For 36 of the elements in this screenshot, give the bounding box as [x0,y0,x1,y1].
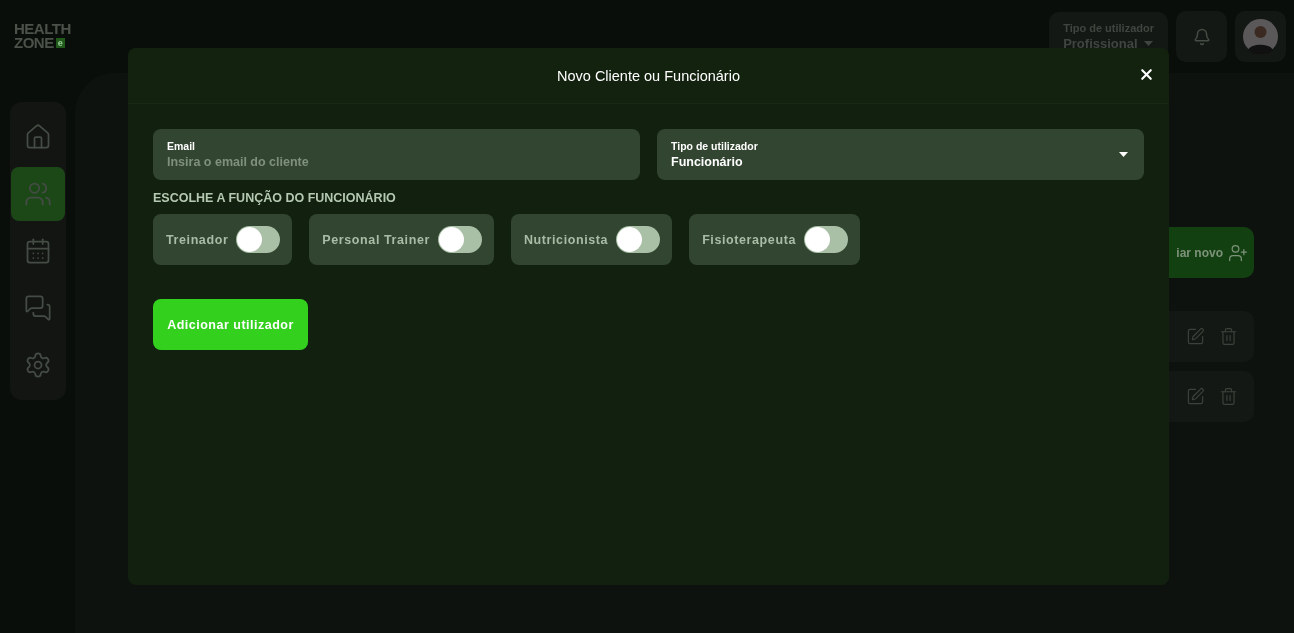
sidebar-item[interactable] [11,167,65,221]
home-icon [24,123,52,151]
toggle-switch[interactable] [236,226,281,253]
edit-icon[interactable] [1186,327,1205,346]
role-label: Fisioterapeuta [702,232,796,247]
notifications-button[interactable] [1176,11,1227,62]
caret-icon [1143,41,1153,46]
messages-icon [24,294,52,322]
field-label: Tipo de utilizador [671,140,759,152]
email-input[interactable]: Insira o email do cliente [167,155,626,169]
add-user-button[interactable]: Adicionar utilizador [153,299,308,350]
role-label: Personal Trainer [322,232,430,247]
modal-title: Novo Cliente ou Funcionário [557,67,740,84]
logo: HEALTH ZONE e [14,21,71,50]
trash-icon[interactable] [1219,387,1238,406]
toggle-switch[interactable] [616,226,661,253]
toggle-switch[interactable] [803,226,848,253]
field-value: Funcionário [671,155,744,169]
caret-icon [1119,152,1128,157]
calendar-icon [24,237,52,265]
select-field[interactable]: Tipo de utilizador Funcionário [657,129,1144,180]
profile-button[interactable] [1235,11,1286,62]
role-label: Nutricionista [523,232,609,247]
settings-icon [24,351,52,379]
trash-icon[interactable] [1219,327,1238,346]
toggle-switch[interactable] [437,226,482,253]
avatar [1243,19,1278,54]
add-user-icon [1228,242,1248,263]
email-field[interactable]: Email Insira o email do cliente [153,129,640,180]
field-label: Email [167,140,196,152]
section-title: ESCOLHE A FUNÇÃO DO FUNCIONÁRIO [153,191,397,205]
role-label: Treinador [166,232,229,247]
close-button[interactable] [1138,66,1155,83]
users-icon [24,180,52,208]
bell-icon [1192,27,1211,46]
edit-icon[interactable] [1186,387,1205,406]
